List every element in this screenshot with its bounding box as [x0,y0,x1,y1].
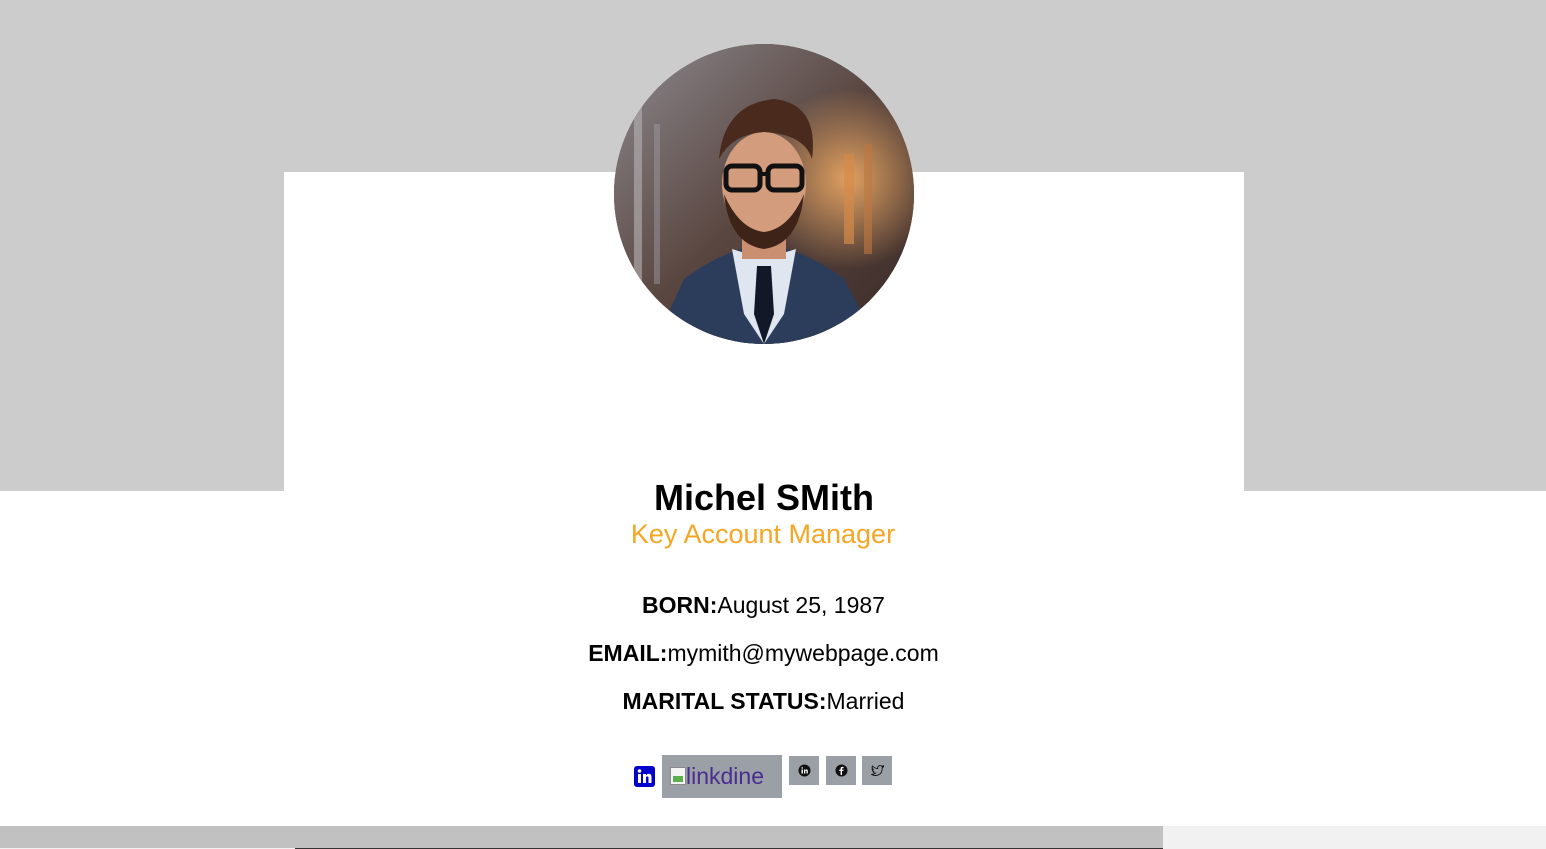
born-value: August 25, 1987 [717,592,885,618]
horizontal-scrollbar[interactable] [0,826,1546,849]
broken-image-icon [670,767,686,785]
born-label: BORN: [642,592,718,618]
email-row: EMAIL:mymith@mywebpage.com [0,639,1527,667]
linkedin-button[interactable] [789,756,819,785]
profile-name: Michel SMith [653,477,874,518]
linkedin-icon[interactable] [634,766,655,787]
twitter-button[interactable] [862,756,892,785]
broken-image-link[interactable]: linkdine [662,755,782,798]
profile-page: Michel SMith Key Account Manager BORN:Au… [0,0,1546,849]
marital-status-row: MARITAL STATUS:Married [0,687,1527,715]
profile-photo [614,44,914,344]
facebook-icon [835,764,847,777]
email-value[interactable]: mymith@mywebpage.com [667,640,938,666]
born-row: BORN:August 25, 1987 [0,591,1527,619]
scrollbar-thumb[interactable] [0,826,1163,848]
broken-image-alt-text: linkdine [686,763,764,789]
avatar [614,44,914,344]
email-label: EMAIL: [588,640,668,666]
marital-status-value: Married [826,688,905,714]
facebook-button[interactable] [826,756,856,785]
job-title: Key Account Manager [630,519,896,549]
marital-status-label: MARITAL STATUS: [622,688,827,714]
twitter-icon [870,764,884,776]
linkedin-icon [798,764,810,777]
